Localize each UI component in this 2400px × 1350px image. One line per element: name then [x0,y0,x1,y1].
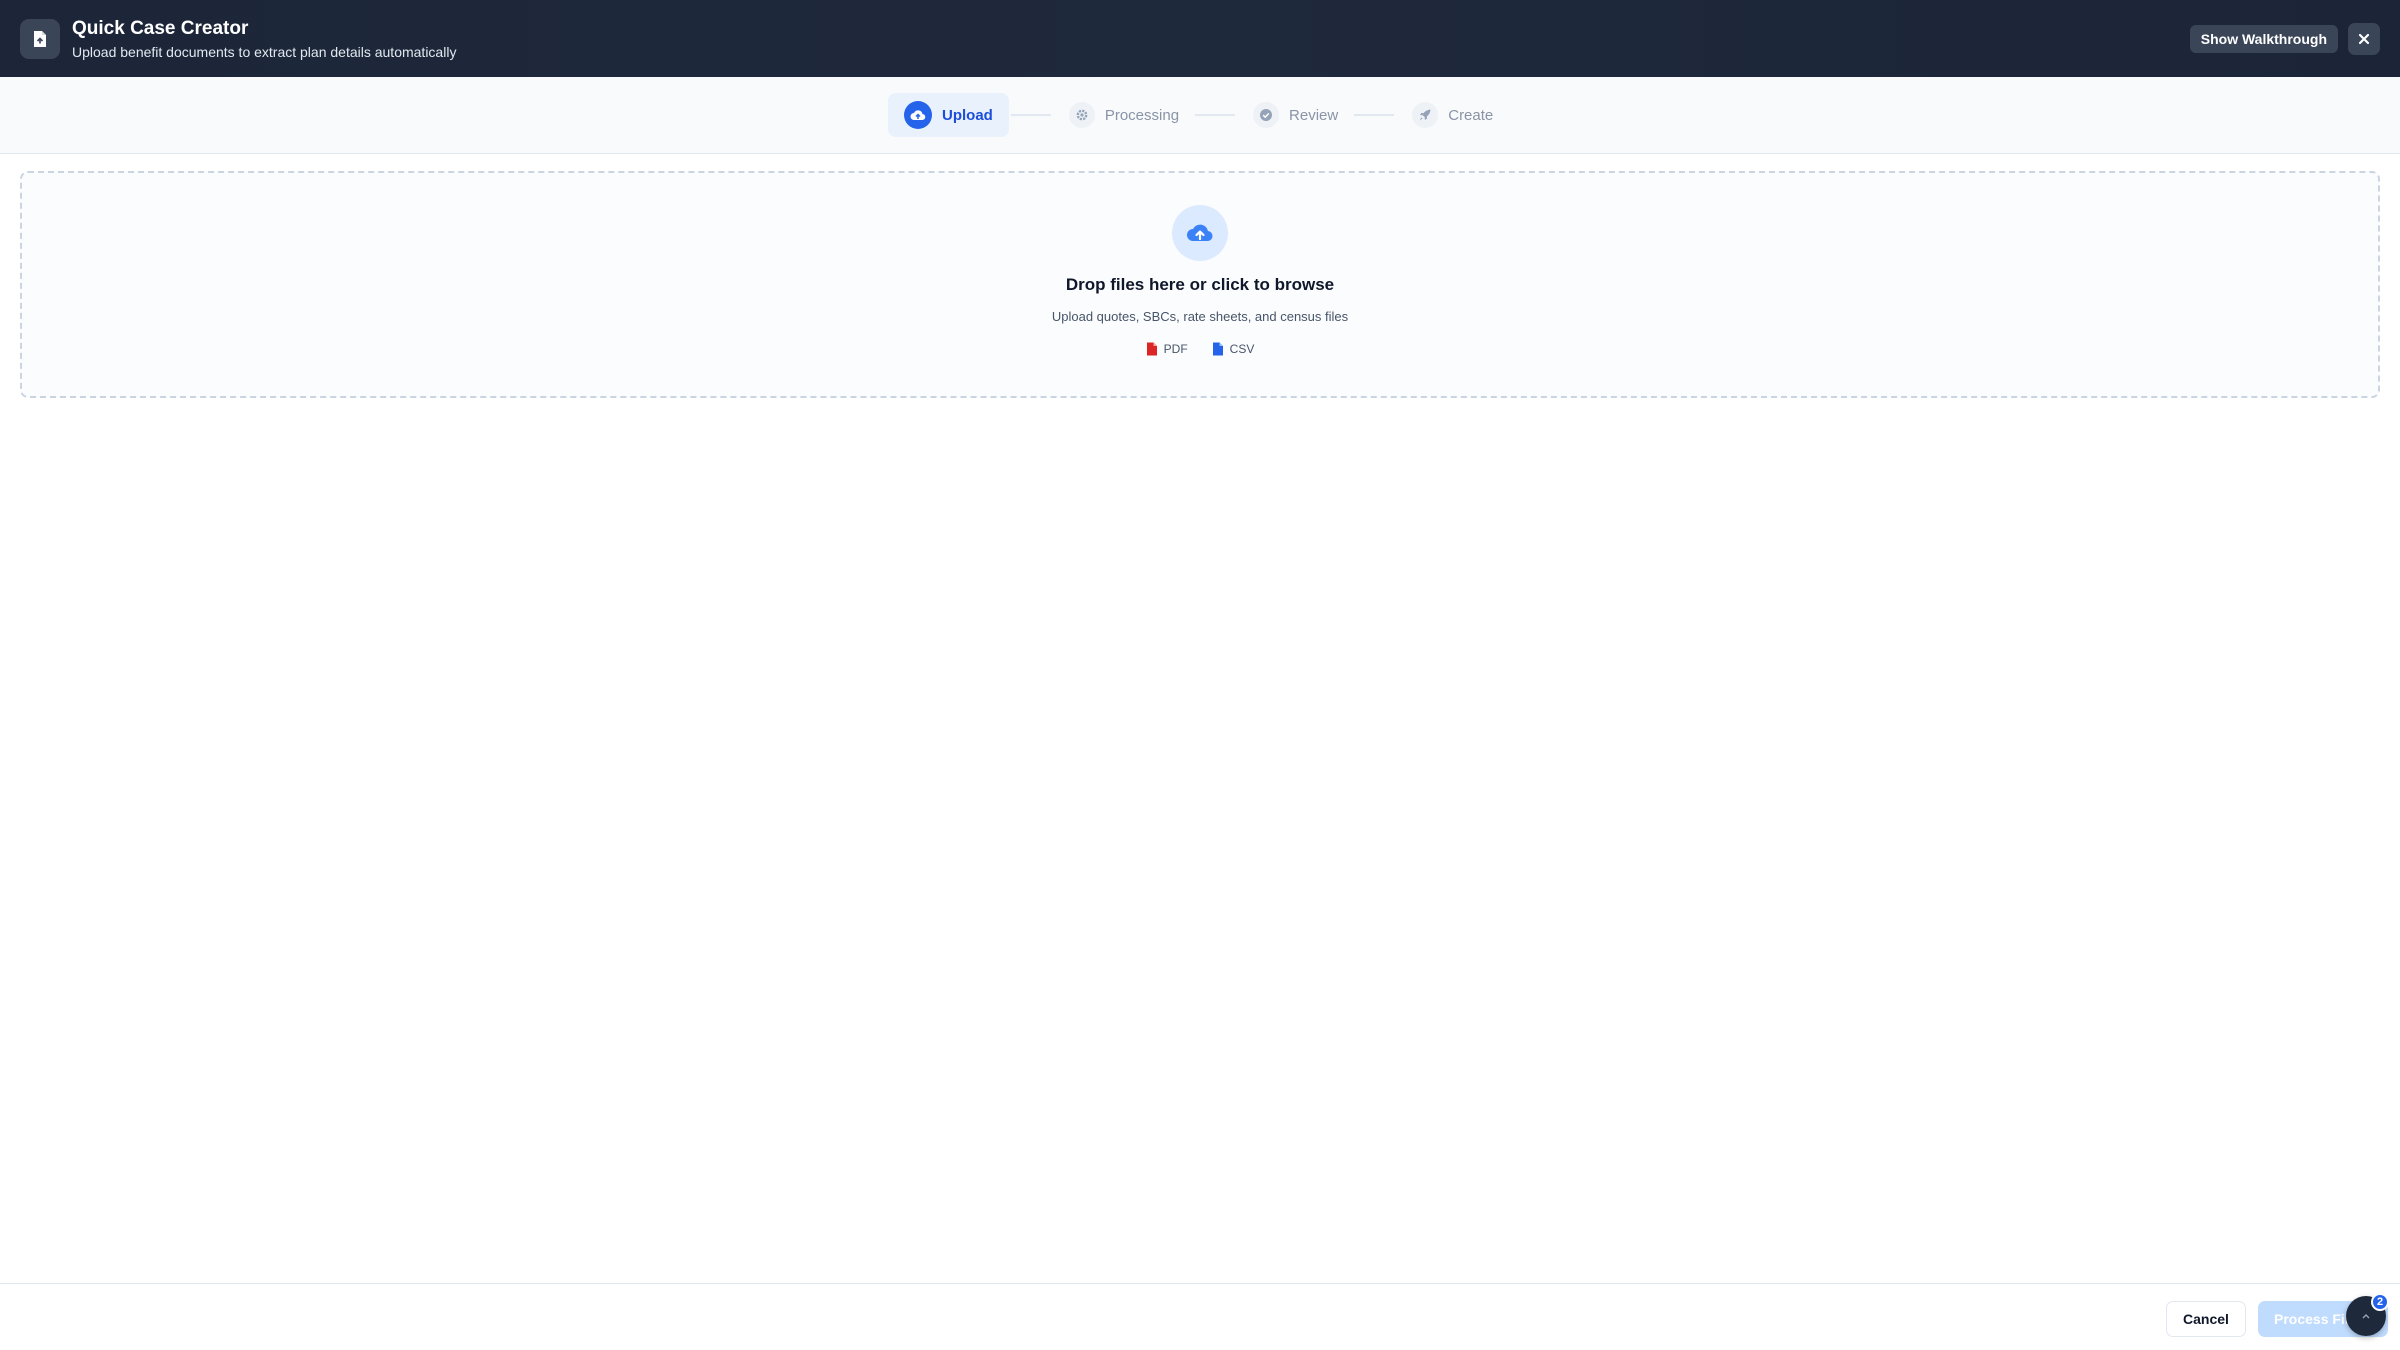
step-label: Review [1289,106,1339,124]
file-type-csv: CSV [1212,342,1255,356]
file-dropzone[interactable]: Drop files here or click to browse Uploa… [20,171,2380,398]
title-block: Quick Case Creator Upload benefit docume… [72,17,456,61]
app-header: Quick Case Creator Upload benefit docume… [0,0,2400,77]
show-walkthrough-button[interactable]: Show Walkthrough [2189,24,2338,53]
cloud-upload-icon [1172,205,1228,261]
file-type-pdf: PDF [1146,342,1188,356]
check-circle-icon [1253,102,1280,128]
step-connector [1195,114,1236,116]
header-actions: Show Walkthrough [2189,22,2380,55]
chevron-up-icon [2362,1314,2370,1319]
file-type-label: PDF [1163,342,1188,356]
dropzone-title: Drop files here or click to browse [1065,275,1335,294]
stepper: Upload Processing Review Create [888,93,1507,137]
close-button[interactable] [2348,22,2380,55]
rocket-icon [1412,102,1439,128]
cloud-upload-icon [904,101,932,129]
gear-icon [1068,102,1095,128]
csv-file-icon [1212,342,1223,356]
document-icon [20,18,60,59]
step-connector [1010,114,1051,116]
file-type-label: CSV [1229,342,1255,356]
step-create[interactable]: Create [1396,93,1507,137]
page-subtitle: Upload benefit documents to extract plan… [72,43,457,60]
step-label: Upload [942,106,993,124]
file-type-list: PDF CSV [1146,342,1255,356]
close-icon [2358,33,2370,44]
stepper-bar: Upload Processing Review Create [0,77,2400,154]
pdf-file-icon [1146,342,1157,356]
step-review[interactable]: Review [1237,93,1352,137]
footer-bar: Cancel Process Files [0,1283,2400,1350]
notification-badge: 2 [2371,1293,2389,1311]
step-connector [1354,114,1395,116]
page-title: Quick Case Creator [72,17,249,39]
step-upload[interactable]: Upload [888,93,1009,137]
dropzone-subtitle: Upload quotes, SBCs, rate sheets, and ce… [1051,309,1349,324]
cancel-button[interactable]: Cancel [2166,1301,2246,1337]
step-processing[interactable]: Processing [1053,93,1193,137]
step-label: Processing [1104,106,1180,124]
step-label: Create [1448,106,1494,124]
